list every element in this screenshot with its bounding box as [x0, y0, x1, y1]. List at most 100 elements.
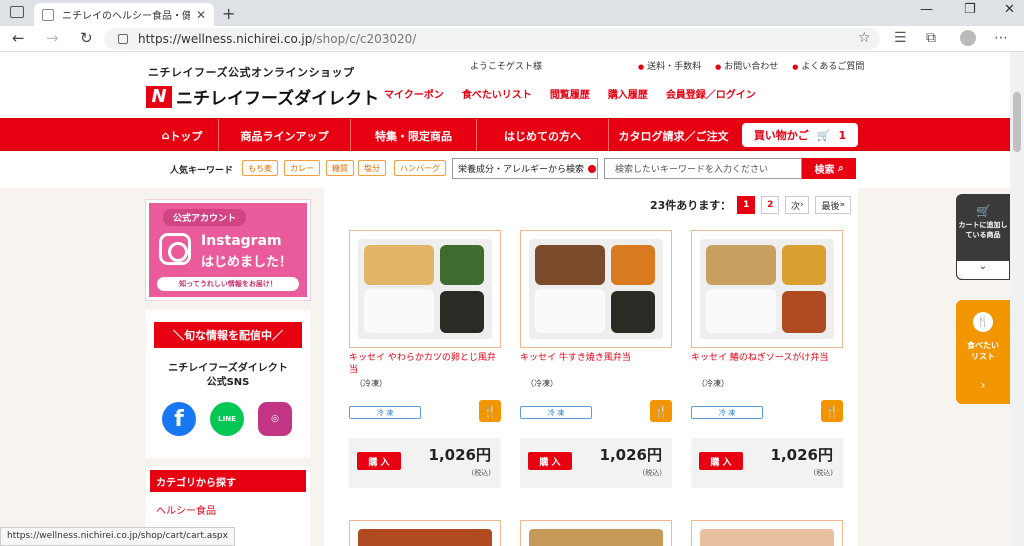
category-header: カテゴリから探す [150, 470, 306, 492]
tab-actions-icon[interactable] [10, 6, 24, 18]
product-card: キッセイ やわらかカツの卵とじ風弁当 （冷凍） 冷 凍 🍴 購 入 1,026円… [349, 230, 501, 492]
url-field[interactable]: https://wellness.nichirei.co.jp/shop/c/c… [104, 28, 880, 50]
new-tab-icon[interactable]: + [222, 4, 235, 23]
contact-link[interactable]: お問い合わせ [715, 59, 778, 72]
buy-area: 購 入 1,026円 (税込) [349, 438, 501, 488]
tax-note: (税込) [471, 469, 491, 477]
wishlist-icon[interactable]: 🍴 [650, 400, 672, 422]
product-image[interactable] [520, 230, 672, 348]
product-list: 23件あります： 1 2 次 › 最後» キッセイ やわらかカツの卵とじ風弁当 （… [324, 188, 858, 546]
wishlist-icon[interactable]: 🍴 [821, 400, 843, 422]
shipping-link[interactable]: 送料・手数料 [638, 59, 701, 72]
browser-tab-bar: ニチレイのヘルシー食品・健康管理食 ✕ + — ❐ ✕ [0, 0, 1024, 26]
keyword-tag[interactable]: 糖質 [326, 160, 354, 176]
favorite-star-icon[interactable]: ☆ [858, 30, 871, 46]
wishlist-widget-label: 食べたい リスト [956, 340, 1010, 362]
category-item[interactable]: ヘルシー食品 [156, 502, 216, 517]
cart-label: 買い物かご [753, 129, 809, 142]
site-logo[interactable]: N ニチレイフーズダイレクト [146, 84, 379, 109]
brand-tagline: ニチレイフーズ公式オンラインショップ [148, 66, 355, 79]
nav-features[interactable]: 特集・限定商品 [350, 119, 476, 152]
reload-icon[interactable]: ↻ [80, 29, 93, 47]
faq-link[interactable]: よくあるご質問 [792, 59, 864, 72]
wishlist-widget-line1: 食べたい [967, 341, 999, 350]
back-icon[interactable]: ← [12, 29, 25, 47]
keyword-tag[interactable]: カレー [284, 160, 320, 176]
search-button-label: 検索 [814, 165, 835, 176]
product-image[interactable] [349, 520, 501, 546]
keyword-tag[interactable]: 塩分 [358, 160, 386, 176]
close-tab-icon[interactable]: ✕ [196, 8, 206, 22]
page-1[interactable]: 1 [737, 196, 756, 214]
instagram-icon [159, 233, 191, 265]
cart-widget-icon: 🛒 [976, 204, 991, 218]
chevron-down-icon[interactable]: ⌄ [956, 260, 1010, 280]
instagram-link-icon[interactable]: ◎ [258, 402, 292, 436]
search-input[interactable]: 検索したいキーワードを入力ください [604, 158, 802, 179]
nav-lineup[interactable]: 商品ラインアップ [218, 119, 350, 152]
product-image[interactable] [520, 520, 672, 546]
price: 1,026円 [599, 446, 662, 464]
home-icon: ⌂ [161, 129, 170, 142]
cart-button[interactable]: 買い物かご 🛒 1 [742, 123, 858, 147]
tab-title: ニチレイのヘルシー食品・健康管理食 [62, 11, 190, 22]
minimize-icon[interactable]: — [920, 2, 933, 17]
scrollbar-thumb[interactable] [1013, 92, 1021, 152]
coupon-link[interactable]: マイクーポン [384, 86, 444, 101]
select-value: 栄養成分・アレルギーから検索 [458, 165, 585, 175]
keyword-tag[interactable]: ハンバーグ [394, 160, 446, 176]
forward-icon[interactable]: → [46, 29, 59, 47]
restore-icon[interactable]: ❐ [964, 2, 976, 17]
page-2[interactable]: 2 [761, 196, 780, 214]
cart-widget[interactable]: 🛒 カートに追加している商品 ⌄ [956, 194, 1010, 280]
sns-banner[interactable]: ＼旬な情報を配信中／ [154, 322, 302, 348]
wishlist-widget[interactable]: 🍴 食べたい リスト › [956, 300, 1010, 404]
ig-tagline: 知ってうれしい情報をお届け！ [157, 277, 299, 291]
utility-links: 送料・手数料 お問い合わせ よくあるご質問 [638, 59, 864, 72]
price: 1,026円 [428, 446, 491, 464]
keyword-tag[interactable]: もち麦 [242, 160, 278, 176]
status-bar: https://wellness.nichirei.co.jp/shop/car… [0, 527, 235, 546]
product-card: キッセイ 鰆のねぎソースがけ弁当 （冷凍） 冷 凍 🍴 購 入 1,026円 (… [691, 230, 843, 492]
instagram-banner[interactable]: 公式アカウント Instagram はじめました！ 知ってうれしい情報をお届け！ [145, 199, 311, 301]
product-image[interactable] [691, 520, 843, 546]
nav-top[interactable]: ⌂ トップ [146, 119, 218, 152]
product-image[interactable] [691, 230, 843, 348]
buy-button[interactable]: 購 入 [357, 452, 401, 470]
favorites-icon[interactable]: ☰ [894, 30, 907, 46]
address-bar: ← → ↻ https://wellness.nichirei.co.jp/sh… [0, 26, 1024, 52]
browser-tab[interactable]: ニチレイのヘルシー食品・健康管理食 ✕ [34, 3, 214, 26]
buy-area: 購 入 1,026円 (税込) [691, 438, 843, 488]
fork-icon: 🍴 [973, 312, 993, 332]
tax-note: (税込) [642, 469, 662, 477]
product-name[interactable]: キッセイ やわらかカツの卵とじ風弁当 [349, 352, 501, 376]
nutrition-search-select[interactable]: 栄養成分・アレルギーから検索 [452, 158, 598, 179]
search-button[interactable]: 検索 ⌕ [802, 158, 856, 179]
product-image[interactable] [349, 230, 501, 348]
buy-button[interactable]: 購 入 [699, 452, 743, 470]
nav-beginners[interactable]: はじめての方へ [476, 119, 608, 152]
window-close-icon[interactable]: ✕ [1004, 2, 1015, 17]
frozen-badge: 冷 凍 [349, 406, 421, 419]
product-name[interactable]: キッセイ 牛すき焼き風弁当 [520, 352, 672, 364]
purchase-history-link[interactable]: 購入履歴 [608, 86, 648, 101]
buy-button[interactable]: 購 入 [528, 452, 572, 470]
line-icon[interactable]: LINE [210, 402, 244, 436]
history-link[interactable]: 閲覧履歴 [550, 86, 590, 101]
wishlist-link[interactable]: 食べたいリスト [462, 86, 532, 101]
page-scrollbar[interactable] [1010, 52, 1024, 546]
login-link[interactable]: 会員登録／ログイン [666, 86, 756, 101]
more-menu-icon[interactable]: ⋯ [994, 30, 1008, 46]
site-header: ニチレイフーズ公式オンラインショップ N ニチレイフーズダイレクト ようこそゲス… [0, 52, 1010, 118]
collections-icon[interactable]: ⧉ [926, 30, 936, 46]
wishlist-icon[interactable]: 🍴 [479, 400, 501, 422]
frozen-badge: 冷 凍 [520, 406, 592, 419]
facebook-icon[interactable]: f [162, 402, 196, 436]
next-page[interactable]: 次 › [785, 196, 810, 214]
profile-avatar-icon[interactable] [960, 30, 976, 46]
nav-catalog[interactable]: カタログ請求／ご注文 [608, 119, 738, 152]
sns-title-line2: 公式SNS [206, 377, 250, 388]
product-name[interactable]: キッセイ 鰆のねぎソースがけ弁当 [691, 352, 843, 364]
global-nav: ⌂ トップ 商品ラインアップ 特集・限定商品 はじめての方へ カタログ請求／ご注… [0, 118, 1010, 152]
last-page[interactable]: 最後» [815, 196, 852, 214]
